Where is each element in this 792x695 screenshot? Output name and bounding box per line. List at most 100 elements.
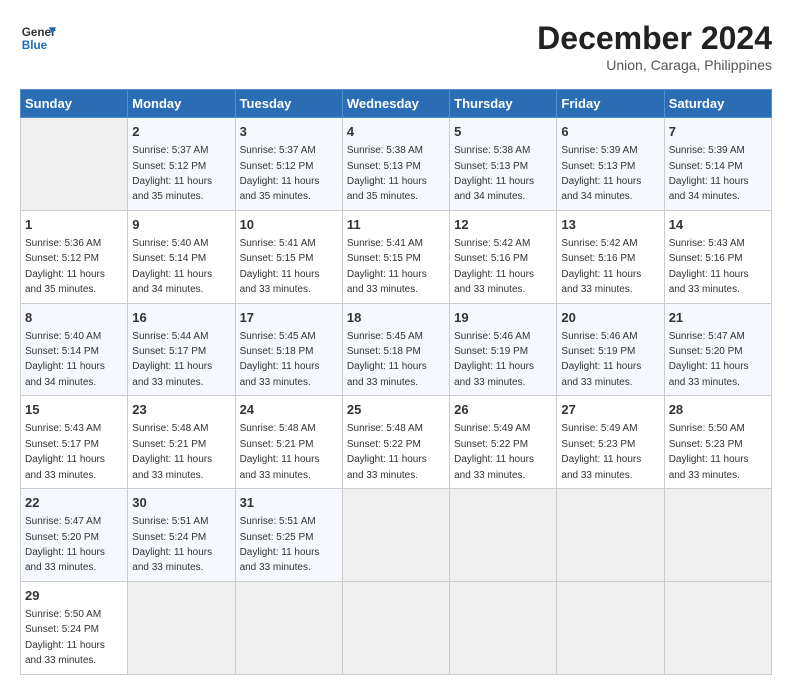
day-cell-19: 19Sunrise: 5:46 AMSunset: 5:19 PMDayligh…: [450, 303, 557, 396]
column-header-friday: Friday: [557, 90, 664, 118]
calendar-week-1: 2 Sunrise: 5:37 AMSunset: 5:12 PMDaylight…: [21, 118, 772, 211]
empty-cell: [450, 489, 557, 582]
day-number: 8: [25, 309, 123, 327]
day-cell-26: 26 Sunrise: 5:49 AMSunset: 5:22 PMDayligh…: [450, 396, 557, 489]
day-number: 15: [25, 401, 123, 419]
day-cell-31: 31Sunrise: 5:51 AMSunset: 5:25 PMDayligh…: [235, 489, 342, 582]
day-number: 1: [25, 216, 123, 234]
day-cell-18: 18 Sunrise: 5:45 AMSunset: 5:18 PMDayligh…: [342, 303, 449, 396]
empty-cell: [450, 581, 557, 674]
day-cell-23: 23 Sunrise: 5:48 AMSunset: 5:21 PMDayligh…: [128, 396, 235, 489]
day-info: Sunrise: 5:47 AMSunset: 5:20 PMDaylight:…: [669, 331, 749, 388]
day-info: Sunrise: 5:45 AMSunset: 5:18 PMDaylight:…: [347, 331, 427, 388]
day-info: Sunrise: 5:44 AMSunset: 5:17 PMDaylight:…: [132, 331, 212, 388]
day-info: Sunrise: 5:42 AMSunset: 5:16 PMDaylight:…: [561, 238, 641, 295]
day-cell-14: 14 Sunrise: 5:43 AMSunset: 5:16 PMDayligh…: [664, 210, 771, 303]
empty-cell: [664, 581, 771, 674]
header-row: SundayMondayTuesdayWednesdayThursdayFrid…: [21, 90, 772, 118]
logo-icon: General Blue: [20, 20, 56, 56]
day-number: 2: [132, 123, 230, 141]
day-number: 22: [25, 494, 123, 512]
svg-text:Blue: Blue: [22, 39, 48, 52]
day-cell-3: 3Sunrise: 5:37 AMSunset: 5:12 PMDaylight…: [235, 118, 342, 211]
day-number: 3: [240, 123, 338, 141]
day-number: 27: [561, 401, 659, 419]
empty-cell: [21, 118, 128, 211]
day-info: Sunrise: 5:45 AMSunset: 5:18 PMDaylight:…: [240, 331, 320, 388]
column-header-wednesday: Wednesday: [342, 90, 449, 118]
page-header: General Blue December 2024 Union, Caraga…: [20, 20, 772, 73]
day-info: Sunrise: 5:36 AMSunset: 5:12 PMDaylight:…: [25, 238, 105, 295]
day-info: Sunrise: 5:51 AMSunset: 5:24 PMDaylight:…: [132, 516, 212, 573]
empty-cell: [342, 489, 449, 582]
day-cell-21: 21 Sunrise: 5:47 AMSunset: 5:20 PMDayligh…: [664, 303, 771, 396]
day-cell-7: 7Sunrise: 5:39 AMSunset: 5:14 PMDaylight…: [664, 118, 771, 211]
day-number: 31: [240, 494, 338, 512]
day-number: 26: [454, 401, 552, 419]
day-number: 16: [132, 309, 230, 327]
day-info: Sunrise: 5:39 AMSunset: 5:13 PMDaylight:…: [561, 145, 641, 202]
day-number: 18: [347, 309, 445, 327]
day-cell-16: 16 Sunrise: 5:44 AMSunset: 5:17 PMDayligh…: [128, 303, 235, 396]
day-cell-20: 20Sunrise: 5:46 AMSunset: 5:19 PMDayligh…: [557, 303, 664, 396]
calendar-week-2: 1 Sunrise: 5:36 AMSunset: 5:12 PMDaylight…: [21, 210, 772, 303]
day-cell-28: 28Sunrise: 5:50 AMSunset: 5:23 PMDayligh…: [664, 396, 771, 489]
day-number: 28: [669, 401, 767, 419]
day-info: Sunrise: 5:50 AMSunset: 5:24 PMDaylight:…: [25, 609, 105, 666]
day-cell-15: 15 Sunrise: 5:43 AMSunset: 5:17 PMDayligh…: [21, 396, 128, 489]
day-number: 25: [347, 401, 445, 419]
day-info: Sunrise: 5:48 AMSunset: 5:21 PMDaylight:…: [240, 423, 320, 480]
day-number: 29: [25, 587, 123, 605]
empty-cell: [342, 581, 449, 674]
empty-cell: [128, 581, 235, 674]
calendar-week-6: 29 Sunrise: 5:50 AMSunset: 5:24 PMDayligh…: [21, 581, 772, 674]
day-number: 23: [132, 401, 230, 419]
day-cell-8: 8 Sunrise: 5:40 AMSunset: 5:14 PMDaylight…: [21, 303, 128, 396]
day-number: 30: [132, 494, 230, 512]
day-cell-25: 25Sunrise: 5:48 AMSunset: 5:22 PMDayligh…: [342, 396, 449, 489]
day-cell-5: 5 Sunrise: 5:38 AMSunset: 5:13 PMDaylight…: [450, 118, 557, 211]
day-info: Sunrise: 5:46 AMSunset: 5:19 PMDaylight:…: [561, 331, 641, 388]
column-header-monday: Monday: [128, 90, 235, 118]
calendar-week-5: 22 Sunrise: 5:47 AMSunset: 5:20 PMDayligh…: [21, 489, 772, 582]
day-info: Sunrise: 5:37 AMSunset: 5:12 PMDaylight:…: [132, 145, 212, 202]
day-cell-10: 10Sunrise: 5:41 AMSunset: 5:15 PMDayligh…: [235, 210, 342, 303]
logo: General Blue: [20, 20, 56, 56]
day-info: Sunrise: 5:43 AMSunset: 5:17 PMDaylight:…: [25, 423, 105, 480]
day-number: 11: [347, 216, 445, 234]
day-info: Sunrise: 5:40 AMSunset: 5:14 PMDaylight:…: [25, 331, 105, 388]
day-number: 10: [240, 216, 338, 234]
day-number: 21: [669, 309, 767, 327]
empty-cell: [664, 489, 771, 582]
day-info: Sunrise: 5:40 AMSunset: 5:14 PMDaylight:…: [132, 238, 212, 295]
day-number: 9: [132, 216, 230, 234]
calendar-header: SundayMondayTuesdayWednesdayThursdayFrid…: [21, 90, 772, 118]
day-info: Sunrise: 5:47 AMSunset: 5:20 PMDaylight:…: [25, 516, 105, 573]
day-info: Sunrise: 5:46 AMSunset: 5:19 PMDaylight:…: [454, 331, 534, 388]
calendar-subtitle: Union, Caraga, Philippines: [537, 57, 772, 73]
day-number: 5: [454, 123, 552, 141]
day-cell-29: 29 Sunrise: 5:50 AMSunset: 5:24 PMDayligh…: [21, 581, 128, 674]
day-number: 4: [347, 123, 445, 141]
day-cell-13: 13Sunrise: 5:42 AMSunset: 5:16 PMDayligh…: [557, 210, 664, 303]
day-number: 6: [561, 123, 659, 141]
day-number: 12: [454, 216, 552, 234]
day-info: Sunrise: 5:43 AMSunset: 5:16 PMDaylight:…: [669, 238, 749, 295]
day-info: Sunrise: 5:38 AMSunset: 5:13 PMDaylight:…: [454, 145, 534, 202]
day-number: 24: [240, 401, 338, 419]
day-cell-2: 2 Sunrise: 5:37 AMSunset: 5:12 PMDaylight…: [128, 118, 235, 211]
column-header-thursday: Thursday: [450, 90, 557, 118]
calendar-title: December 2024: [537, 20, 772, 57]
day-cell-9: 9 Sunrise: 5:40 AMSunset: 5:14 PMDaylight…: [128, 210, 235, 303]
day-number: 14: [669, 216, 767, 234]
day-info: Sunrise: 5:48 AMSunset: 5:21 PMDaylight:…: [132, 423, 212, 480]
day-info: Sunrise: 5:49 AMSunset: 5:22 PMDaylight:…: [454, 423, 534, 480]
calendar-week-4: 15 Sunrise: 5:43 AMSunset: 5:17 PMDayligh…: [21, 396, 772, 489]
column-header-saturday: Saturday: [664, 90, 771, 118]
day-cell-11: 11 Sunrise: 5:41 AMSunset: 5:15 PMDayligh…: [342, 210, 449, 303]
calendar-week-3: 8 Sunrise: 5:40 AMSunset: 5:14 PMDaylight…: [21, 303, 772, 396]
day-info: Sunrise: 5:41 AMSunset: 5:15 PMDaylight:…: [347, 238, 427, 295]
day-info: Sunrise: 5:39 AMSunset: 5:14 PMDaylight:…: [669, 145, 749, 202]
column-header-sunday: Sunday: [21, 90, 128, 118]
title-block: December 2024 Union, Caraga, Philippines: [537, 20, 772, 73]
